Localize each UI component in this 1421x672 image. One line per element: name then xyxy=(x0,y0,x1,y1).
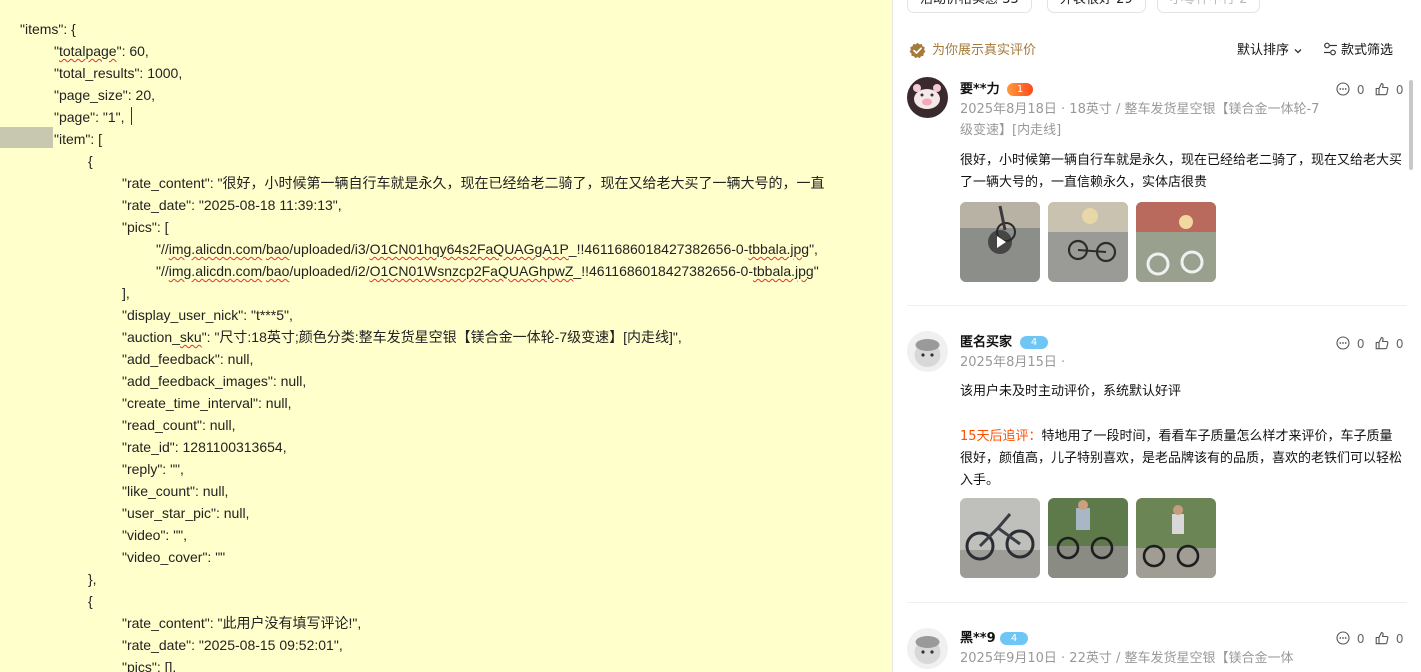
level-number: 4 xyxy=(1010,633,1018,644)
json-line: }, xyxy=(88,571,97,587)
json-line: "display_user_nick": "t***5", xyxy=(122,307,293,323)
member-level-badge: 1 xyxy=(1007,83,1033,96)
review-photo[interactable] xyxy=(1048,202,1128,282)
review-meta: 2025年9月10日 · 22英寸 / 整车发货星空银【镁合金一体 xyxy=(960,651,1294,666)
comment-count: 0 xyxy=(1356,632,1365,646)
member-level-badge: 4 xyxy=(1000,632,1028,645)
json-line: "like_count": null, xyxy=(122,483,229,499)
review-photo[interactable] xyxy=(1136,202,1216,282)
json-line: "user_star_pic": null, xyxy=(122,505,250,521)
json-line: "reply": "", xyxy=(122,461,184,477)
json-line: "//img.alicdn.com/bao/uploaded/i2/O1CN01… xyxy=(156,263,819,279)
review-photo[interactable] xyxy=(1136,498,1216,578)
tag-chip-label: 小零件不行 2 xyxy=(1170,0,1247,12)
thumbs-up-icon xyxy=(1375,82,1389,96)
json-line: "page": "1", xyxy=(54,109,125,125)
reviewer-nickname: 匿名买家 xyxy=(960,335,1013,350)
json-line: "add_feedback_images": null, xyxy=(122,373,307,389)
sort-label: 默认排序 xyxy=(1237,43,1290,58)
verified-badge-icon xyxy=(909,42,926,59)
json-line: "rate_date": "2025-08-18 11:39:13", xyxy=(122,197,342,213)
chevron-down-icon xyxy=(1294,48,1302,53)
json-line: { xyxy=(88,593,93,609)
comment-icon xyxy=(1336,336,1350,350)
filter-icon xyxy=(1324,42,1337,56)
review-divider xyxy=(907,305,1407,306)
json-line: "rate_content": "此用户没有填写评论!", xyxy=(122,615,362,631)
review-photo[interactable] xyxy=(960,498,1040,578)
sort-dropdown[interactable]: 默认排序 xyxy=(1237,42,1303,59)
json-line: "//img.alicdn.com/bao/uploaded/i3/O1CN01… xyxy=(156,241,818,257)
avatar[interactable] xyxy=(907,628,948,669)
review-video-thumbnail[interactable] xyxy=(960,202,1040,282)
followup-label: 15天后追评： xyxy=(960,429,1042,444)
authentic-reviews-label: 为你展示真实评价 xyxy=(932,43,1037,58)
play-icon xyxy=(988,230,1012,254)
json-line: "video_cover": "" xyxy=(122,549,226,565)
review-content: 很好，小时候第一辆自行车就是永久，现在已经给老二骑了，现在又给老大买了一辆大号的… xyxy=(960,153,1403,190)
json-line: "pics": [], xyxy=(122,659,177,672)
line-selection-highlight xyxy=(0,127,53,148)
json-line: "video": "", xyxy=(122,527,188,543)
tag-chip-appearance[interactable]: 外表很好 29 xyxy=(1047,0,1146,13)
comment-count: 0 xyxy=(1356,337,1365,351)
avatar[interactable] xyxy=(907,77,948,118)
like-count: 0 xyxy=(1395,83,1404,97)
json-line: "totalpage": 60, xyxy=(54,43,149,59)
comment-icon xyxy=(1336,631,1350,645)
style-filter-button[interactable]: 款式筛选 xyxy=(1323,42,1393,59)
json-line: "rate_date": "2025-08-15 09:52:01", xyxy=(122,637,343,653)
filter-label: 款式筛选 xyxy=(1341,43,1394,58)
json-line: "rate_id": 1281100313654, xyxy=(122,439,287,455)
comment-counter[interactable]: 0 xyxy=(1336,336,1364,352)
json-line: "item": [ xyxy=(54,131,103,147)
thumbs-up-icon xyxy=(1375,631,1389,645)
like-counter[interactable]: 0 xyxy=(1375,336,1403,352)
avatar[interactable] xyxy=(907,331,948,372)
comment-icon xyxy=(1336,82,1350,96)
json-line: "create_time_interval": null, xyxy=(122,395,292,411)
comment-counter[interactable]: 0 xyxy=(1336,82,1364,98)
json-line: { xyxy=(88,153,93,169)
tag-chip-label: 外表很好 29 xyxy=(1060,0,1133,12)
thumbs-up-icon xyxy=(1375,336,1389,350)
review-meta: 2025年8月15日 · xyxy=(960,355,1066,370)
json-line: "read_count": null, xyxy=(122,417,236,433)
review-content: 该用户未及时主动评价，系统默认好评 xyxy=(960,384,1182,399)
like-counter[interactable]: 0 xyxy=(1375,82,1403,98)
json-line: "pics": [ xyxy=(122,219,169,235)
text-caret xyxy=(131,107,132,125)
reviewer-nickname: 黑**9 xyxy=(960,631,996,646)
panel-scrollbar[interactable] xyxy=(1409,80,1413,170)
json-text-view[interactable]: "items": { "totalpage": 60, "total_resul… xyxy=(0,0,892,672)
review-divider xyxy=(907,602,1407,603)
like-count: 0 xyxy=(1395,632,1404,646)
comment-counter[interactable]: 0 xyxy=(1336,631,1364,647)
json-line: "auction_sku": "尺寸:18英寸;颜色分类:整车发货星空银【镁合金… xyxy=(122,329,682,345)
json-line: "items": { xyxy=(20,21,76,37)
like-counter[interactable]: 0 xyxy=(1375,631,1403,647)
reviewer-nickname: 要**力 xyxy=(960,82,1000,97)
level-number: 4 xyxy=(1030,337,1038,348)
json-line: "page_size": 20, xyxy=(54,87,156,103)
tag-chip-small-parts[interactable]: 小零件不行 2 xyxy=(1157,0,1261,13)
json-line: ], xyxy=(122,285,130,301)
tag-chip-affordable[interactable]: 活动价格实惠 33 xyxy=(907,0,1032,13)
json-line: "add_feedback": null, xyxy=(122,351,254,367)
json-line: "rate_content": "很好，小时候第一辆自行车就是永久，现在已经给老… xyxy=(122,175,825,191)
json-line: "total_results": 1000, xyxy=(54,65,183,81)
review-meta: 2025年8月18日 · 18英寸 / 整车发货星空银【镁合金一体轮-7级变速】… xyxy=(960,102,1320,138)
like-count: 0 xyxy=(1395,337,1404,351)
followup-review: 15天后追评：特地用了一段时间，看看车子质量怎么样才来评价，车子质量很好，颜值高… xyxy=(960,426,1405,492)
member-level-badge: 4 xyxy=(1020,336,1048,349)
comment-count: 0 xyxy=(1356,83,1365,97)
review-panel: 活动价格实惠 33 外表很好 29 小零件不行 2 为你展示真实评价 默认排序 … xyxy=(892,0,1421,672)
review-photo[interactable] xyxy=(1048,498,1128,578)
tag-chip-label: 活动价格实惠 33 xyxy=(920,0,1019,12)
level-number: 1 xyxy=(1016,84,1024,95)
